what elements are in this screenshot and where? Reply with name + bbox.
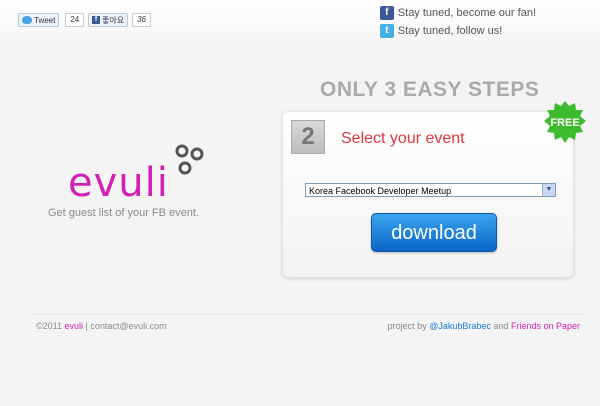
twitter-bird-icon xyxy=(22,16,32,24)
footer-separator: | xyxy=(85,321,88,331)
footer-right: project by @JakubBrabec and Friends on P… xyxy=(388,321,580,331)
twitter-icon: t xyxy=(379,24,394,38)
logo-text: evuli xyxy=(68,160,169,206)
facebook-fan-link[interactable]: f Stay tuned, become our fan! xyxy=(379,5,536,21)
tweet-share[interactable]: Tweet 24 xyxy=(18,13,85,27)
author-link[interactable]: @JakubBrabec xyxy=(429,321,491,331)
free-badge: FREE xyxy=(544,101,586,143)
logo-rings-icon xyxy=(175,144,204,175)
steps-title: ONLY 3 EASY STEPS xyxy=(320,78,540,101)
tweet-button[interactable]: Tweet xyxy=(18,13,60,27)
twitter-follow-text[interactable]: Stay tuned, follow us! xyxy=(398,25,503,37)
chevron-down-icon[interactable]: ▼ xyxy=(542,184,555,196)
evuli-logo: evuli xyxy=(68,144,204,206)
like-label: 좋아요 xyxy=(102,15,125,25)
facebook-icon: f xyxy=(92,16,100,24)
copyright: ©2011 xyxy=(36,321,62,331)
and-text: and xyxy=(493,321,509,331)
event-select-value: Korea Facebook Developer Meetup xyxy=(309,186,452,196)
twitter-follow-link[interactable]: t Stay tuned, follow us! xyxy=(379,23,536,39)
like-button[interactable]: f 좋아요 xyxy=(88,13,129,27)
footer-divider xyxy=(30,314,585,315)
tweet-label: Tweet xyxy=(34,15,56,25)
like-count: 36 xyxy=(132,13,151,27)
footer-brand-link[interactable]: evuli xyxy=(65,321,84,331)
like-share[interactable]: f 좋아요 36 xyxy=(88,13,151,27)
facebook-icon: f xyxy=(379,6,394,20)
step-number: 2 xyxy=(291,120,325,154)
tagline: Get guest list of your FB event. xyxy=(48,207,200,219)
facebook-fan-text[interactable]: Stay tuned, become our fan! xyxy=(398,7,536,19)
free-badge-label: FREE xyxy=(550,117,579,129)
project-by-text: project by xyxy=(387,321,427,331)
contact-email-link[interactable]: contact@evuli.com xyxy=(90,321,166,331)
download-button[interactable]: download xyxy=(371,213,497,252)
tweet-count: 24 xyxy=(65,13,85,27)
step-label: Select your event xyxy=(341,130,465,147)
event-select[interactable]: Korea Facebook Developer Meetup ▼ xyxy=(305,183,556,197)
social-links: f Stay tuned, become our fan! t Stay tun… xyxy=(379,5,536,41)
footer-left: ©2011 evuli | contact@evuli.com xyxy=(36,321,167,331)
partner-link[interactable]: Friends on Paper xyxy=(511,321,580,331)
